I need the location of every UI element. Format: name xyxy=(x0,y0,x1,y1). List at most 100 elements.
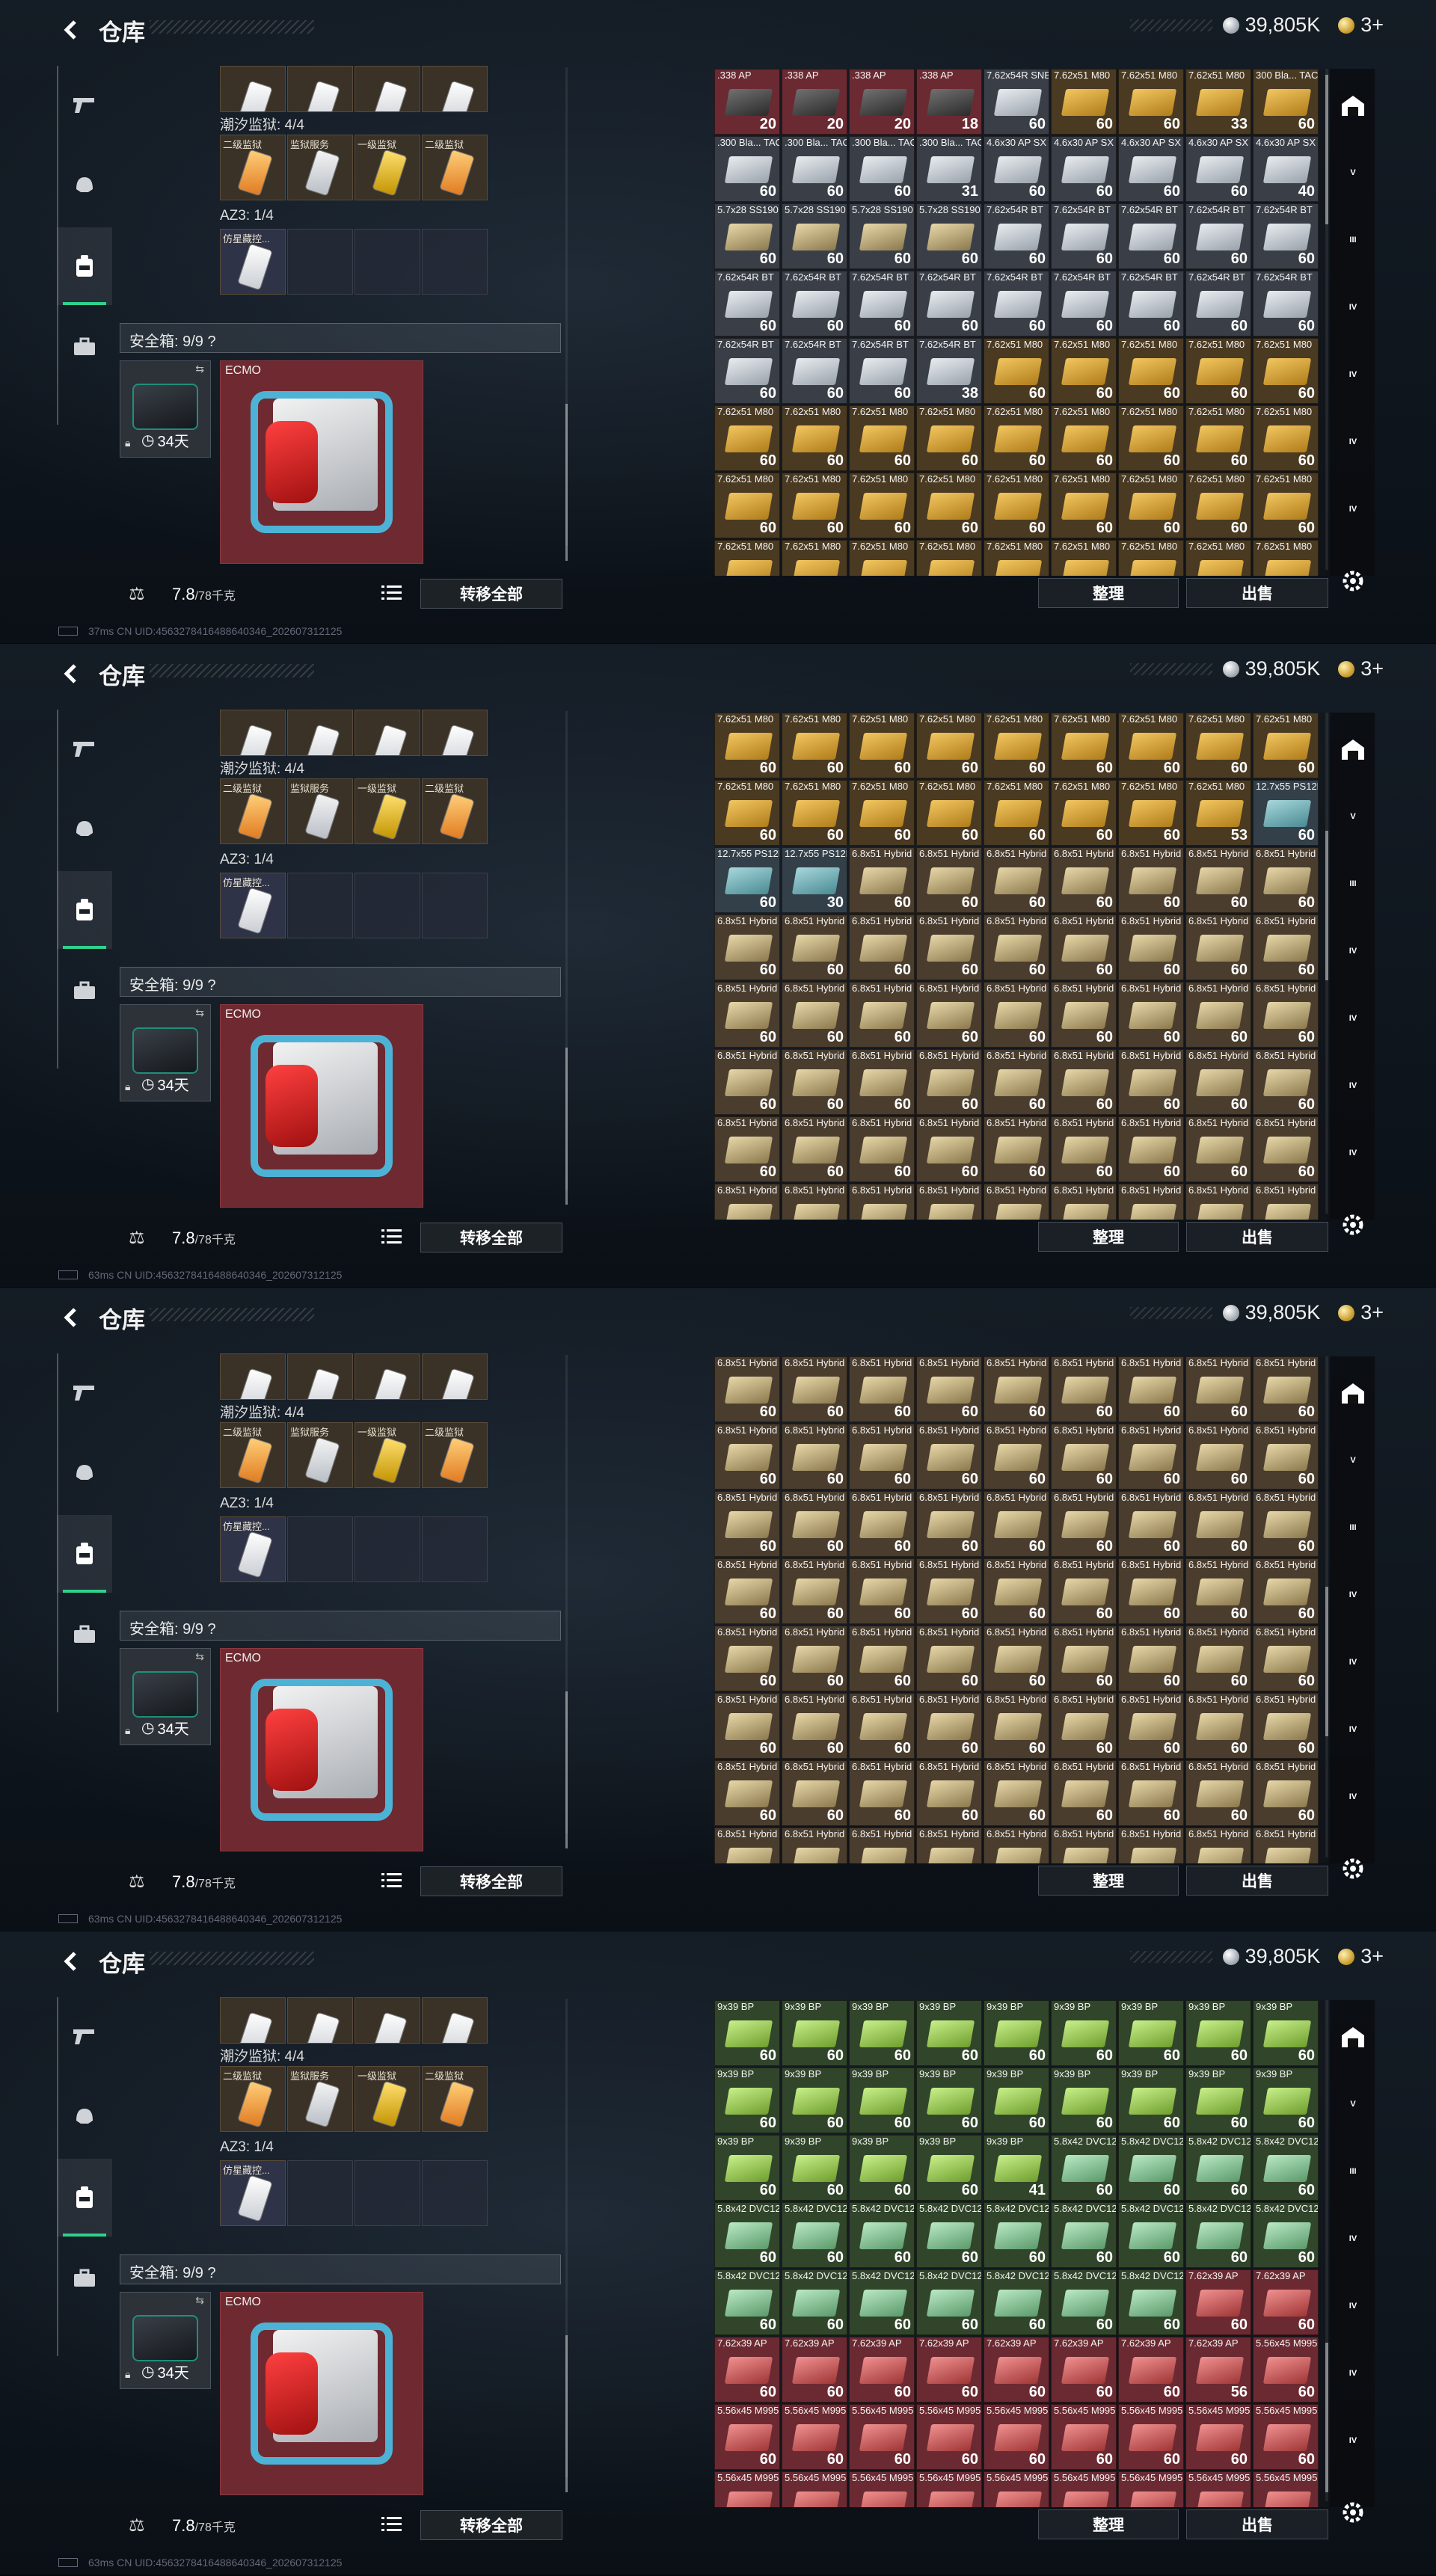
ammo-item[interactable]: 9x39 BP 60 xyxy=(782,2135,847,2201)
settings-button[interactable] xyxy=(1340,2500,1367,2527)
top-slot-2[interactable] xyxy=(287,710,353,756)
ammo-item[interactable]: 6.8x51 Hybrid 60 xyxy=(849,1760,915,1826)
ammo-item[interactable]: 5.7x28 SS190 60 xyxy=(714,203,780,269)
ammo-item[interactable]: 6.8x51 Hybrid xyxy=(984,1828,1049,1863)
warehouse-tab-4c[interactable]: IV xyxy=(1339,1072,1367,1100)
ammo-item[interactable]: 6.8x51 Hybrid 60 xyxy=(1185,1356,1251,1422)
ammo-item[interactable]: 6.8x51 Hybrid 60 xyxy=(916,1491,982,1557)
sell-button[interactable]: 出售 xyxy=(1186,1866,1328,1896)
ammo-item[interactable]: 6.8x51 Hybrid xyxy=(714,1828,780,1863)
ammo-item[interactable]: 6.8x51 Hybrid xyxy=(984,1184,1049,1220)
az3-slot-1[interactable]: 仿星藏控... xyxy=(220,1516,286,1582)
ammo-item[interactable]: 7.62x51 M80 60 xyxy=(1253,713,1319,778)
ammo-item[interactable]: 6.8x51 Hybrid 60 xyxy=(1185,1760,1251,1826)
nav-backpack[interactable] xyxy=(57,227,112,305)
ammo-item[interactable]: .338 AP 20 xyxy=(782,69,847,135)
ammo-item[interactable]: 5.8x42 DVC12 60 xyxy=(1185,2135,1251,2201)
ammo-item[interactable]: 5.8x42 DVC12 60 xyxy=(1118,2269,1184,2335)
ammo-item[interactable]: 6.8x51 Hybrid xyxy=(916,1184,982,1220)
secure-case-slot[interactable]: ⇆ 🔒︎ ◷ 34天 xyxy=(120,1648,211,1745)
ammo-item[interactable]: 5.56x45 M995 xyxy=(1051,2471,1117,2507)
ammo-item[interactable]: 9x39 BP 60 xyxy=(714,2135,780,2201)
loadout-scroll-thumb[interactable] xyxy=(565,1048,568,1205)
ammo-item[interactable]: 7.62x51 M80 60 xyxy=(849,713,915,778)
ammo-item[interactable]: 6.8x51 Hybrid xyxy=(1051,1828,1117,1863)
ammo-item[interactable]: 6.8x51 Hybrid 60 xyxy=(916,1558,982,1624)
ammo-item[interactable]: 6.8x51 Hybrid 60 xyxy=(984,914,1049,980)
ammo-item[interactable]: 7.62x54R BT 60 xyxy=(1118,271,1184,336)
ammo-item[interactable]: 6.8x51 Hybrid 60 xyxy=(1051,1116,1117,1182)
ammo-item[interactable]: 6.8x51 Hybrid 60 xyxy=(849,1356,915,1422)
ammo-item[interactable]: 7.62x51 M80 xyxy=(782,540,847,576)
ammo-item[interactable]: 6.8x51 Hybrid 60 xyxy=(916,1760,982,1826)
list-view-button[interactable] xyxy=(381,1227,404,1248)
ammo-item[interactable]: 7.62x51 M80 60 xyxy=(1051,338,1117,404)
ammo-item[interactable]: 6.8x51 Hybrid xyxy=(782,1184,847,1220)
ammo-item[interactable]: 7.62x51 M80 60 xyxy=(1118,338,1184,404)
tidal-slot-3[interactable]: 一级监狱 xyxy=(355,778,420,844)
ammo-item[interactable]: 7.62x54R BT 60 xyxy=(1051,203,1117,269)
ammo-item[interactable]: 7.62x39 AP 56 xyxy=(1185,2337,1251,2403)
ammo-item[interactable]: 7.62x39 AP 60 xyxy=(1253,2269,1319,2335)
ammo-item[interactable]: 5.8x42 DVC12 60 xyxy=(782,2202,847,2268)
az3-slot-1[interactable]: 仿星藏控... xyxy=(220,2160,286,2226)
ammo-item[interactable]: 6.8x51 Hybrid 60 xyxy=(1253,847,1319,913)
sell-button[interactable]: 出售 xyxy=(1186,2509,1328,2539)
warehouse-scroll-thumb[interactable] xyxy=(1325,831,1328,980)
ammo-item[interactable]: 6.8x51 Hybrid 60 xyxy=(1118,1760,1184,1826)
ammo-item[interactable]: 7.62x54R BT 60 xyxy=(916,271,982,336)
ammo-item[interactable]: 9x39 BP 60 xyxy=(916,2135,982,2201)
ammo-item[interactable]: 6.8x51 Hybrid 60 xyxy=(1253,982,1319,1048)
ammo-item[interactable]: 7.62x54R BT 60 xyxy=(1051,271,1117,336)
ammo-item[interactable]: 7.62x54R BT 60 xyxy=(714,338,780,404)
ammo-item[interactable]: 5.8x42 DVC12 60 xyxy=(849,2269,915,2335)
sell-button[interactable]: 出售 xyxy=(1186,1222,1328,1252)
warehouse-tab-4c[interactable]: IV xyxy=(1339,428,1367,456)
ammo-item[interactable]: 6.8x51 Hybrid 60 xyxy=(1051,1558,1117,1624)
az3-slot-2[interactable] xyxy=(287,1516,353,1582)
ammo-item[interactable]: 9x39 BP 60 xyxy=(1253,2000,1319,2066)
ammo-item[interactable]: 6.8x51 Hybrid 60 xyxy=(1185,982,1251,1048)
ammo-item[interactable]: 6.8x51 Hybrid 60 xyxy=(714,1424,780,1490)
ammo-item[interactable]: 6.8x51 Hybrid 60 xyxy=(782,1626,847,1691)
organize-button[interactable]: 整理 xyxy=(1038,1866,1179,1896)
az3-slot-2[interactable] xyxy=(287,873,353,938)
ammo-item[interactable]: 6.8x51 Hybrid 60 xyxy=(984,1116,1049,1182)
ammo-item[interactable]: 6.8x51 Hybrid 60 xyxy=(1118,847,1184,913)
back-button[interactable] xyxy=(58,1948,85,1975)
ammo-item[interactable]: 6.8x51 Hybrid 60 xyxy=(714,1693,780,1759)
tidal-slot-2[interactable]: 监狱服务 xyxy=(287,778,353,844)
ammo-item[interactable]: 6.8x51 Hybrid 60 xyxy=(849,1424,915,1490)
ammo-item[interactable]: 6.8x51 Hybrid 60 xyxy=(1118,1049,1184,1115)
top-slot-4[interactable] xyxy=(422,710,488,756)
ammo-item[interactable]: 5.7x28 SS190 60 xyxy=(916,203,982,269)
ammo-item[interactable]: 5.8x42 DVC12 60 xyxy=(916,2202,982,2268)
ammo-item[interactable]: 6.8x51 Hybrid xyxy=(1185,1184,1251,1220)
tidal-slot-1[interactable]: 二级监狱 xyxy=(220,1422,286,1488)
ammo-item[interactable]: 6.8x51 Hybrid 60 xyxy=(782,982,847,1048)
ammo-item[interactable]: 9x39 BP 60 xyxy=(916,2068,982,2133)
ammo-item[interactable]: 7.62x51 M80 60 xyxy=(714,713,780,778)
ammo-item[interactable]: 6.8x51 Hybrid xyxy=(1253,1184,1319,1220)
ammo-item[interactable]: 6.8x51 Hybrid 60 xyxy=(984,1558,1049,1624)
ammo-item[interactable]: 6.8x51 Hybrid 60 xyxy=(1185,1491,1251,1557)
ammo-item[interactable]: 4.6x30 AP SX 60 xyxy=(1051,136,1117,202)
nav-backpack[interactable] xyxy=(57,2159,112,2237)
list-view-button[interactable] xyxy=(381,1871,404,1892)
ammo-item[interactable]: 5.56x45 M995 xyxy=(849,2471,915,2507)
ammo-item[interactable]: 6.8x51 Hybrid 60 xyxy=(916,914,982,980)
ammo-item[interactable]: 6.8x51 Hybrid 60 xyxy=(782,1491,847,1557)
ammo-item[interactable]: 7.62x51 M80 60 xyxy=(1185,713,1251,778)
tidal-slot-1[interactable]: 二级监狱 xyxy=(220,778,286,844)
warehouse-tab-4[interactable]: IV xyxy=(1339,1581,1367,1609)
nav-case[interactable] xyxy=(57,308,112,386)
ammo-item[interactable]: 4.6x30 AP SX 60 xyxy=(1185,136,1251,202)
az3-slot-4[interactable] xyxy=(422,873,488,938)
loadout-scroll-thumb[interactable] xyxy=(565,1691,568,1848)
settings-button[interactable] xyxy=(1340,1212,1367,1239)
ammo-item[interactable]: 7.62x51 M80 60 xyxy=(1185,405,1251,471)
tidal-slot-2[interactable]: 监狱服务 xyxy=(287,135,353,200)
ammo-item[interactable]: 7.62x51 M80 xyxy=(984,540,1049,576)
az3-slot-1[interactable]: 仿星藏控... xyxy=(220,873,286,938)
ammo-item[interactable]: 6.8x51 Hybrid 60 xyxy=(1051,1760,1117,1826)
